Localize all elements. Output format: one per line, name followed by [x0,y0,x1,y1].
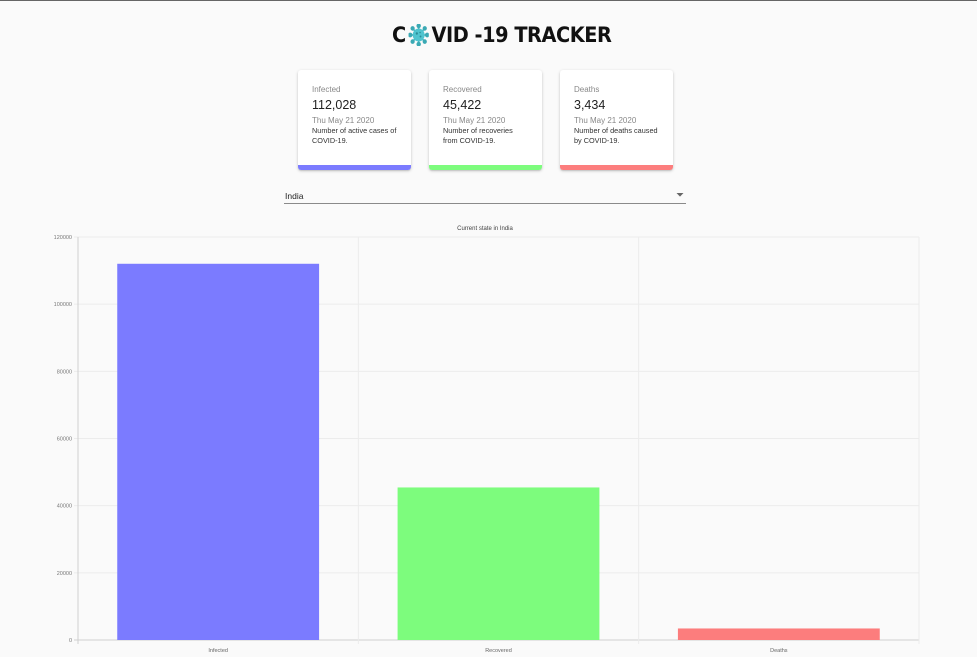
y-tick-label: 40000 [57,504,72,510]
x-tick-label: Deaths [770,648,788,654]
y-tick-label: 100000 [54,302,72,308]
x-tick-label: Recovered [485,648,512,654]
card-count: 45,422 [443,98,482,112]
card-description: Number of active cases of COVID-19. [312,126,397,145]
y-axis-ticks: 0 20000 40000 60000 80000 100000 120000 [54,235,72,644]
deaths-card: Deaths 3,434 Thu May 21 2020 Number of d… [560,70,673,170]
y-tick-label: 120000 [54,235,72,241]
card-count: 3,434 [574,98,606,112]
stats-cards: Infected 112,028 Thu May 21 2020 Number … [298,70,673,170]
dropdown-arrow-icon [676,193,684,197]
x-axis-labels: Infected Recovered Deaths [208,648,787,654]
card-color-bar [298,165,411,170]
chart-title: Current state in India [457,226,513,232]
card-label: Infected [312,85,341,94]
y-tick-label: 60000 [57,437,72,443]
card-date: Thu May 21 2020 [443,116,506,125]
app-root: C VID -19 TRACKER Infected 112,028 Thu M… [0,0,977,657]
y-tick-label: 20000 [57,571,72,577]
logo-text-prefix: C [392,23,406,47]
bar-deaths [677,628,880,640]
chart-bars [117,263,880,640]
card-date: Thu May 21 2020 [574,116,637,125]
card-color-bar [560,165,673,170]
card-label: Deaths [574,85,600,94]
app-logo: C VID -19 TRACKER [392,20,612,50]
coronavirus-icon [408,24,429,46]
card-date: Thu May 21 2020 [312,116,375,125]
bar-chart-svg: Current state in India 0 20000 40000 60000 8… [54,226,920,654]
country-select-value: India [285,191,304,201]
y-tick-label: 80000 [57,369,72,375]
logo-text-suffix: VID -19 TRACKER [431,23,612,47]
card-description: Number of deaths caused by COVID-19. [574,126,658,145]
x-tick-label: Infected [208,648,228,654]
card-color-bar [429,165,542,170]
card-label: Recovered [443,85,482,94]
recovered-card: Recovered 45,422 Thu May 21 2020 Number … [429,70,542,170]
bar-chart: Current state in India 0 20000 40000 60000 8… [0,219,977,657]
card-count: 112,028 [312,98,357,112]
y-tick-label: 0 [69,638,72,644]
bar-recovered [397,487,600,640]
infected-card: Infected 112,028 Thu May 21 2020 Number … [298,70,411,170]
bar-infected [117,263,320,640]
card-description: Number of recoveries from COVID-19. [443,126,513,145]
country-select[interactable]: India [284,188,686,204]
